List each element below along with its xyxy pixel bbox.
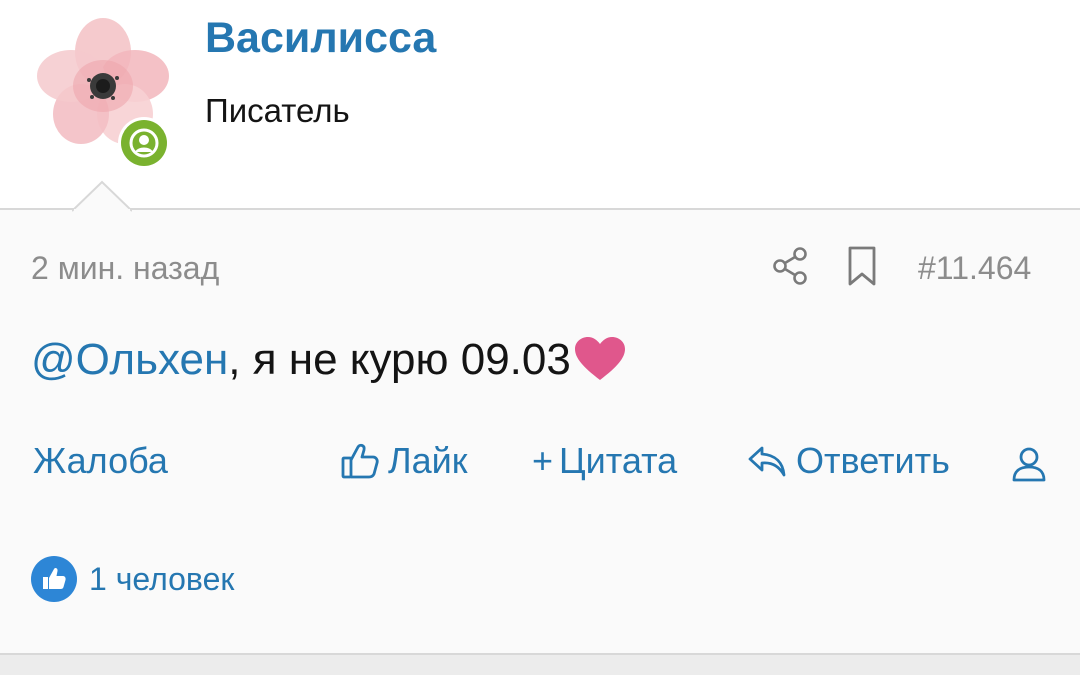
quote-label: Цитата xyxy=(559,440,678,481)
online-status-badge xyxy=(118,117,170,169)
post-body: 2 мин. назад #11.464 @Ольхен , я не курю… xyxy=(0,208,1080,655)
quote-button[interactable]: + Цитата xyxy=(532,440,677,482)
reply-button[interactable]: Ответить xyxy=(746,440,950,482)
reply-label: Ответить xyxy=(796,440,950,481)
plus-icon: + xyxy=(532,440,554,481)
like-button[interactable]: Лайк xyxy=(340,440,468,482)
username-link[interactable]: Василисса xyxy=(205,14,436,63)
post-actions: Жалоба Лайк + Цитата Ответить xyxy=(0,440,1080,490)
user-icon[interactable] xyxy=(1008,444,1050,486)
post-header: Василисса Писатель xyxy=(0,0,1080,210)
post-pointer-caret xyxy=(72,180,132,212)
reactions-count: 1 человек xyxy=(89,560,235,597)
share-icon[interactable] xyxy=(768,244,812,288)
message-text: , я не курю 09.03 xyxy=(228,335,571,384)
post-message: @Ольхен , я не курю 09.03 xyxy=(31,335,627,385)
post-separator xyxy=(0,653,1080,675)
report-button[interactable]: Жалоба xyxy=(33,440,168,482)
bookmark-icon[interactable] xyxy=(842,244,882,288)
user-mention-link[interactable]: @Ольхен xyxy=(31,335,228,385)
online-user-icon xyxy=(121,120,167,166)
thumbs-up-outline-icon xyxy=(341,443,379,479)
user-title: Писатель xyxy=(205,92,350,129)
post-timestamp[interactable]: 2 мин. назад xyxy=(31,250,219,287)
like-label: Лайк xyxy=(388,440,468,481)
post-number-link[interactable]: #11.464 xyxy=(918,250,1031,287)
heart-emoji xyxy=(574,337,625,380)
reply-arrow-icon xyxy=(748,446,786,477)
report-label: Жалоба xyxy=(33,440,168,481)
thumbs-up-icon xyxy=(31,556,77,602)
reactions-summary[interactable]: 1 человек xyxy=(31,556,234,602)
